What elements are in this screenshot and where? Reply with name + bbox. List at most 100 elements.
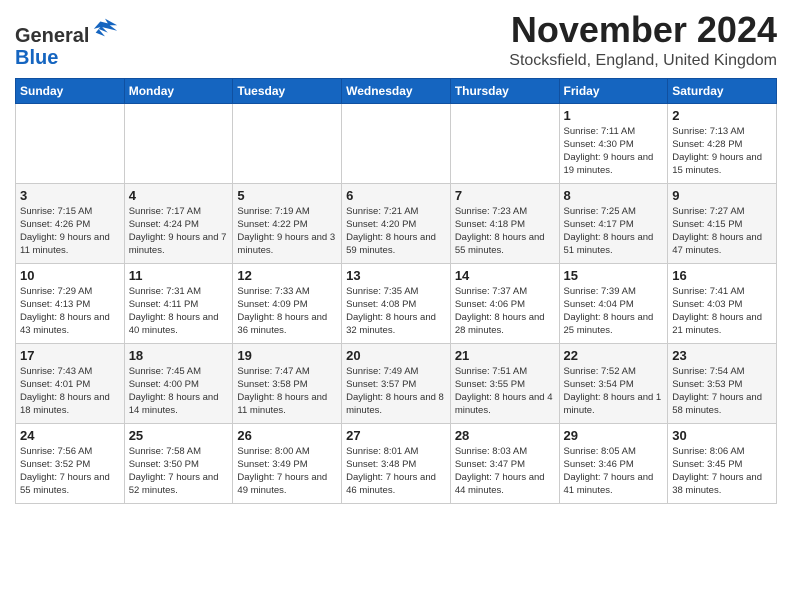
calendar-table: SundayMondayTuesdayWednesdayThursdayFrid… xyxy=(15,78,777,504)
month-title: November 2024 xyxy=(509,10,777,50)
day-info: Sunrise: 7:58 AM Sunset: 3:50 PM Dayligh… xyxy=(129,445,229,498)
day-info: Sunrise: 7:43 AM Sunset: 4:01 PM Dayligh… xyxy=(20,365,120,418)
weekday-header-saturday: Saturday xyxy=(668,78,777,103)
day-info: Sunrise: 7:54 AM Sunset: 3:53 PM Dayligh… xyxy=(672,365,772,418)
calendar-cell: 26 Sunrise: 8:00 AM Sunset: 3:49 PM Dayli… xyxy=(233,423,342,503)
day-number: 20 xyxy=(346,348,446,363)
day-info: Sunrise: 7:41 AM Sunset: 4:03 PM Dayligh… xyxy=(672,285,772,338)
calendar-cell xyxy=(342,103,451,183)
calendar-cell xyxy=(450,103,559,183)
day-number: 23 xyxy=(672,348,772,363)
calendar-cell: 24 Sunrise: 7:56 AM Sunset: 3:52 PM Dayli… xyxy=(16,423,125,503)
day-info: Sunrise: 8:00 AM Sunset: 3:49 PM Dayligh… xyxy=(237,445,337,498)
calendar-cell: 13 Sunrise: 7:35 AM Sunset: 4:08 PM Dayli… xyxy=(342,263,451,343)
calendar-cell: 2Sunrise: 7:13 AM Sunset: 4:28 PM Daylig… xyxy=(668,103,777,183)
day-info: Sunrise: 7:47 AM Sunset: 3:58 PM Dayligh… xyxy=(237,365,337,418)
calendar-cell: 25 Sunrise: 7:58 AM Sunset: 3:50 PM Dayli… xyxy=(124,423,233,503)
calendar-cell: 6 Sunrise: 7:21 AM Sunset: 4:20 PM Daylig… xyxy=(342,183,451,263)
day-number: 25 xyxy=(129,428,229,443)
day-info: Sunrise: 7:49 AM Sunset: 3:57 PM Dayligh… xyxy=(346,365,446,418)
day-info: Sunrise: 8:01 AM Sunset: 3:48 PM Dayligh… xyxy=(346,445,446,498)
calendar-week-row: 17 Sunrise: 7:43 AM Sunset: 4:01 PM Dayli… xyxy=(16,343,777,423)
calendar-cell: 27 Sunrise: 8:01 AM Sunset: 3:48 PM Dayli… xyxy=(342,423,451,503)
day-number: 12 xyxy=(237,268,337,283)
logo-blue-text: Blue xyxy=(15,47,58,69)
day-number: 19 xyxy=(237,348,337,363)
weekday-header-thursday: Thursday xyxy=(450,78,559,103)
calendar-cell: 7Sunrise: 7:23 AM Sunset: 4:18 PM Daylig… xyxy=(450,183,559,263)
calendar-header-row: SundayMondayTuesdayWednesdayThursdayFrid… xyxy=(16,78,777,103)
day-info: Sunrise: 7:39 AM Sunset: 4:04 PM Dayligh… xyxy=(564,285,664,338)
day-info: Sunrise: 7:29 AM Sunset: 4:13 PM Dayligh… xyxy=(20,285,120,338)
day-number: 7 xyxy=(455,188,555,203)
day-number: 28 xyxy=(455,428,555,443)
logo-general-text: General xyxy=(15,25,89,47)
day-number: 14 xyxy=(455,268,555,283)
day-info: Sunrise: 7:37 AM Sunset: 4:06 PM Dayligh… xyxy=(455,285,555,338)
day-number: 11 xyxy=(129,268,229,283)
day-info: Sunrise: 7:27 AM Sunset: 4:15 PM Dayligh… xyxy=(672,205,772,258)
day-info: Sunrise: 7:21 AM Sunset: 4:20 PM Dayligh… xyxy=(346,205,446,258)
day-number: 21 xyxy=(455,348,555,363)
calendar-cell: 4Sunrise: 7:17 AM Sunset: 4:24 PM Daylig… xyxy=(124,183,233,263)
calendar-week-row: 1 Sunrise: 7:11 AM Sunset: 4:30 PM Daylig… xyxy=(16,103,777,183)
day-info: Sunrise: 7:45 AM Sunset: 4:00 PM Dayligh… xyxy=(129,365,229,418)
calendar-cell: 23 Sunrise: 7:54 AM Sunset: 3:53 PM Dayli… xyxy=(668,343,777,423)
title-area: November 2024 Stocksfield, England, Unit… xyxy=(509,10,777,70)
calendar-cell: 22 Sunrise: 7:52 AM Sunset: 3:54 PM Dayli… xyxy=(559,343,668,423)
calendar-cell: 20 Sunrise: 7:49 AM Sunset: 3:57 PM Dayli… xyxy=(342,343,451,423)
weekday-header-tuesday: Tuesday xyxy=(233,78,342,103)
calendar-cell: 10 Sunrise: 7:29 AM Sunset: 4:13 PM Dayli… xyxy=(16,263,125,343)
calendar-cell: 19 Sunrise: 7:47 AM Sunset: 3:58 PM Dayli… xyxy=(233,343,342,423)
day-number: 27 xyxy=(346,428,446,443)
day-number: 6 xyxy=(346,188,446,203)
weekday-header-wednesday: Wednesday xyxy=(342,78,451,103)
day-info: Sunrise: 7:15 AM Sunset: 4:26 PM Dayligh… xyxy=(20,205,120,258)
day-number: 22 xyxy=(564,348,664,363)
weekday-header-friday: Friday xyxy=(559,78,668,103)
day-number: 17 xyxy=(20,348,120,363)
calendar-cell: 30 Sunrise: 8:06 AM Sunset: 3:45 PM Dayli… xyxy=(668,423,777,503)
day-info: Sunrise: 7:11 AM Sunset: 4:30 PM Dayligh… xyxy=(564,125,664,178)
day-info: Sunrise: 7:31 AM Sunset: 4:11 PM Dayligh… xyxy=(129,285,229,338)
day-number: 9 xyxy=(672,188,772,203)
day-info: Sunrise: 7:56 AM Sunset: 3:52 PM Dayligh… xyxy=(20,445,120,498)
day-number: 24 xyxy=(20,428,120,443)
day-number: 29 xyxy=(564,428,664,443)
day-number: 1 xyxy=(564,108,664,123)
day-number: 10 xyxy=(20,268,120,283)
weekday-header-sunday: Sunday xyxy=(16,78,125,103)
calendar-cell: 12Sunrise: 7:33 AM Sunset: 4:09 PM Dayli… xyxy=(233,263,342,343)
day-number: 13 xyxy=(346,268,446,283)
day-info: Sunrise: 7:52 AM Sunset: 3:54 PM Dayligh… xyxy=(564,365,664,418)
calendar-cell: 3 Sunrise: 7:15 AM Sunset: 4:26 PM Daylig… xyxy=(16,183,125,263)
logo-bird-icon xyxy=(91,14,119,42)
calendar-cell: 1 Sunrise: 7:11 AM Sunset: 4:30 PM Daylig… xyxy=(559,103,668,183)
calendar-cell: 18Sunrise: 7:45 AM Sunset: 4:00 PM Dayli… xyxy=(124,343,233,423)
day-number: 30 xyxy=(672,428,772,443)
day-number: 3 xyxy=(20,188,120,203)
calendar-cell xyxy=(16,103,125,183)
calendar-cell: 15 Sunrise: 7:39 AM Sunset: 4:04 PM Dayli… xyxy=(559,263,668,343)
day-number: 2 xyxy=(672,108,772,123)
calendar-cell: 29 Sunrise: 8:05 AM Sunset: 3:46 PM Dayli… xyxy=(559,423,668,503)
day-number: 26 xyxy=(237,428,337,443)
calendar-cell xyxy=(124,103,233,183)
calendar-cell: 17 Sunrise: 7:43 AM Sunset: 4:01 PM Dayli… xyxy=(16,343,125,423)
calendar-cell: 28 Sunrise: 8:03 AM Sunset: 3:47 PM Dayli… xyxy=(450,423,559,503)
day-info: Sunrise: 8:05 AM Sunset: 3:46 PM Dayligh… xyxy=(564,445,664,498)
calendar-cell: 21 Sunrise: 7:51 AM Sunset: 3:55 PM Dayli… xyxy=(450,343,559,423)
calendar-cell: 8Sunrise: 7:25 AM Sunset: 4:17 PM Daylig… xyxy=(559,183,668,263)
day-number: 8 xyxy=(564,188,664,203)
day-number: 16 xyxy=(672,268,772,283)
day-info: Sunrise: 7:51 AM Sunset: 3:55 PM Dayligh… xyxy=(455,365,555,418)
day-number: 15 xyxy=(564,268,664,283)
calendar-week-row: 24 Sunrise: 7:56 AM Sunset: 3:52 PM Dayli… xyxy=(16,423,777,503)
day-info: Sunrise: 8:06 AM Sunset: 3:45 PM Dayligh… xyxy=(672,445,772,498)
logo: General Blue xyxy=(15,14,119,69)
day-info: Sunrise: 8:03 AM Sunset: 3:47 PM Dayligh… xyxy=(455,445,555,498)
calendar-week-row: 10 Sunrise: 7:29 AM Sunset: 4:13 PM Dayli… xyxy=(16,263,777,343)
day-number: 5 xyxy=(237,188,337,203)
calendar-cell: 16 Sunrise: 7:41 AM Sunset: 4:03 PM Dayli… xyxy=(668,263,777,343)
day-info: Sunrise: 7:35 AM Sunset: 4:08 PM Dayligh… xyxy=(346,285,446,338)
